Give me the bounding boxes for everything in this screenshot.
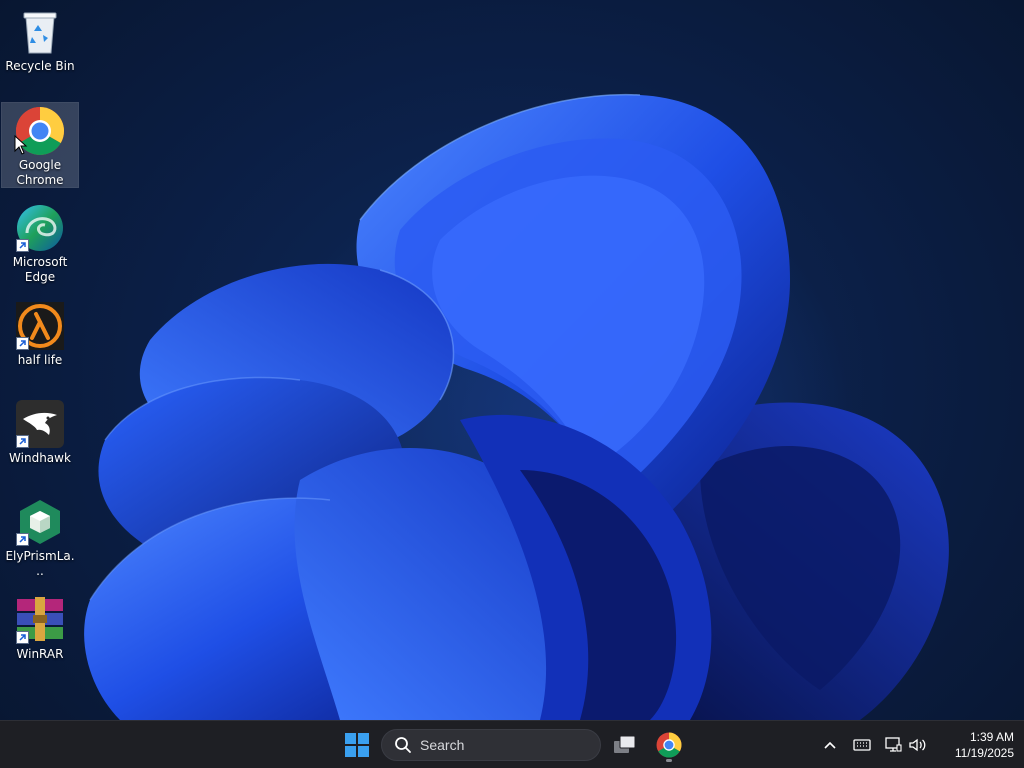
show-hidden-icons-button[interactable] (820, 735, 840, 755)
task-view-icon (614, 735, 636, 753)
search-icon (395, 737, 411, 753)
running-indicator (666, 759, 672, 762)
desktop-icon-google-chrome[interactable]: Google Chrome (1, 102, 79, 188)
taskbar-app-google-chrome[interactable] (651, 727, 687, 763)
search-placeholder: Search (420, 737, 465, 753)
desktop-icon-label: Windhawk (9, 451, 71, 465)
desktop-icon-recycle-bin[interactable]: Recycle Bin (2, 4, 78, 78)
chevron-up-icon (824, 741, 836, 749)
windows-start-icon (345, 733, 369, 757)
desktop-icon-label: WinRAR (16, 647, 64, 661)
shortcut-arrow-icon (16, 239, 29, 252)
volume-button[interactable] (908, 735, 928, 755)
task-view-button[interactable] (607, 727, 643, 763)
shortcut-arrow-icon (16, 533, 29, 546)
winrar-icon (15, 595, 65, 645)
elyprism-launcher-icon (15, 497, 65, 547)
input-indicator-button[interactable] (852, 735, 872, 755)
desktop-icon-label: ElyPrismLa... (5, 549, 75, 578)
windhawk-icon (15, 399, 65, 449)
shortcut-arrow-icon (16, 337, 29, 350)
half-life-icon (15, 301, 65, 351)
desktop-icon-winrar[interactable]: WinRAR (2, 592, 78, 664)
taskbar-search-box[interactable]: Search (381, 729, 601, 761)
desktop-icon-windhawk[interactable]: Windhawk (2, 396, 78, 468)
desktop-icon-microsoft-edge[interactable]: Microsoft Edge (2, 200, 78, 286)
chrome-icon (656, 732, 682, 758)
wallpaper-bloom (84, 93, 949, 720)
recycle-bin-icon (15, 7, 65, 57)
desktop-icon-label: Microsoft Edge (12, 255, 68, 284)
desktop-icon-label: Google Chrome (16, 158, 64, 187)
desktop-icon-half-life[interactable]: half life (2, 298, 78, 370)
keyboard-icon (853, 739, 871, 751)
shortcut-arrow-icon (16, 631, 29, 644)
desktop[interactable]: Recycle Bin Google Chrome Microsoft Edge… (0, 0, 1024, 720)
start-button[interactable] (339, 727, 375, 763)
edge-icon (15, 203, 65, 253)
clock-time: 1:39 AM (969, 730, 1014, 744)
network-button[interactable] (883, 735, 903, 755)
taskbar-clock[interactable]: 1:39 AM 11/19/2025 (936, 729, 1014, 761)
desktop-icon-elyprism-launcher[interactable]: ElyPrismLa... (2, 494, 78, 578)
clock-date: 11/19/2025 (954, 746, 1014, 760)
volume-icon (909, 738, 926, 752)
taskbar: Search 1:39 AM 11/19/2025 (0, 720, 1024, 768)
desktop-icon-label: half life (17, 353, 63, 367)
shortcut-arrow-icon (16, 435, 29, 448)
network-icon (885, 737, 902, 752)
chrome-icon (15, 106, 65, 156)
desktop-icon-label: Recycle Bin (5, 59, 75, 73)
